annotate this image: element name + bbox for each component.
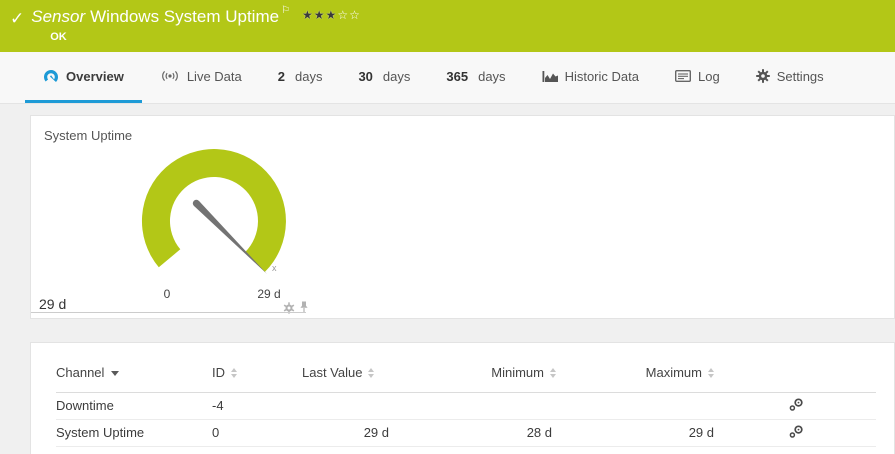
sensor-header: ✓ Sensor Windows System Uptime⚐ ★★★☆☆ OK: [0, 0, 895, 52]
column-header-id[interactable]: ID: [212, 343, 302, 392]
sort-icon: [231, 368, 237, 378]
status-ok-check-icon: ✓: [10, 10, 24, 27]
channel-minimum: 28 d: [397, 419, 562, 446]
sort-icon: [708, 368, 714, 378]
tab-label: Live Data: [187, 69, 242, 84]
column-header-actions: [717, 343, 876, 392]
tab-label: days: [295, 69, 322, 84]
tab-2-days[interactable]: 2 days: [260, 52, 341, 103]
tab-value: 30: [358, 69, 372, 84]
channel-maximum: [562, 392, 717, 419]
channel-name[interactable]: Downtime: [56, 392, 212, 419]
priority-stars-empty: ☆☆: [337, 8, 361, 22]
tab-value: 365: [446, 69, 468, 84]
column-header-maximum[interactable]: Maximum: [562, 343, 717, 392]
channel-last-value: [302, 392, 397, 419]
column-label: Minimum: [491, 365, 544, 380]
channel-id: 0: [212, 419, 302, 446]
gauge-panel-title: System Uptime: [44, 128, 132, 143]
flag-icon[interactable]: ⚐: [281, 5, 290, 16]
channel-minimum: [397, 392, 562, 419]
gauge-panel: System Uptime x 0 29 d 29 d: [30, 115, 895, 319]
channel-settings-gears-icon[interactable]: [789, 398, 804, 414]
tab-label: Settings: [777, 69, 824, 84]
column-header-last-value[interactable]: Last Value: [302, 343, 397, 392]
tab-settings[interactable]: Settings: [738, 52, 842, 103]
sort-icon: [368, 368, 374, 378]
tab-bar: Overview Live Data 2 days 30 days 365 da…: [0, 52, 895, 104]
tab-live-data[interactable]: Live Data: [142, 52, 260, 103]
tab-365-days[interactable]: 365 days: [428, 52, 523, 103]
column-label: Maximum: [646, 365, 702, 380]
gauge-max-marker: x: [272, 263, 277, 273]
channel-name[interactable]: System Uptime: [56, 419, 212, 446]
tab-value: 2: [278, 69, 285, 84]
channels-panel: Channel ID Last Value Minimum Maximum: [30, 342, 895, 454]
tab-label: days: [478, 69, 505, 84]
table-row-downtime: Downtime -4: [56, 392, 876, 419]
tab-overview[interactable]: Overview: [25, 52, 142, 103]
header-text: Sensor Windows System Uptime⚐ ★★★☆☆ OK: [31, 7, 361, 43]
sensor-title: Windows System Uptime: [90, 7, 279, 26]
tab-label: Log: [698, 69, 720, 84]
gauge-max-label: 29 d: [246, 287, 292, 301]
table-header-row: Channel ID Last Value Minimum Maximum: [56, 343, 876, 392]
historic-chart-icon: [542, 70, 558, 83]
column-label: Channel: [56, 365, 104, 380]
object-type-label: Sensor: [31, 7, 85, 26]
log-icon: [675, 70, 691, 82]
gauge-icon: [43, 69, 59, 84]
gauge-last-value: 29 d: [39, 296, 66, 312]
sort-icon: [550, 368, 556, 378]
uptime-gauge: x: [136, 144, 306, 299]
tab-historic-data[interactable]: Historic Data: [524, 52, 657, 103]
gauge-min-label: 0: [157, 287, 177, 301]
tab-label: Overview: [66, 69, 124, 84]
sensor-page: ✓ Sensor Windows System Uptime⚐ ★★★☆☆ OK O…: [0, 0, 895, 454]
overview-content: System Uptime x 0 29 d 29 d: [0, 104, 895, 454]
gauge-widget-divider: [31, 312, 306, 313]
column-label: ID: [212, 365, 225, 380]
table-row-system-uptime: System Uptime 0 29 d 28 d 29 d: [56, 419, 876, 446]
channel-settings-gears-icon[interactable]: [789, 425, 804, 441]
gear-icon: [756, 69, 770, 83]
column-header-minimum[interactable]: Minimum: [397, 343, 562, 392]
channels-table: Channel ID Last Value Minimum Maximum: [56, 343, 876, 447]
tab-label: days: [383, 69, 410, 84]
channel-last-value: 29 d: [302, 419, 397, 446]
tab-label: Historic Data: [565, 69, 639, 84]
sort-desc-icon: [111, 371, 119, 376]
channel-maximum: 29 d: [562, 419, 717, 446]
priority-stars-filled: ★★★: [302, 8, 337, 22]
status-badge: OK: [50, 31, 361, 43]
live-data-icon: [160, 70, 180, 82]
column-header-channel[interactable]: Channel: [56, 343, 212, 392]
tab-log[interactable]: Log: [657, 52, 738, 103]
column-label: Last Value: [302, 365, 362, 380]
tab-30-days[interactable]: 30 days: [340, 52, 428, 103]
channel-id: -4: [212, 392, 302, 419]
priority-stars[interactable]: ★★★☆☆: [302, 8, 361, 22]
